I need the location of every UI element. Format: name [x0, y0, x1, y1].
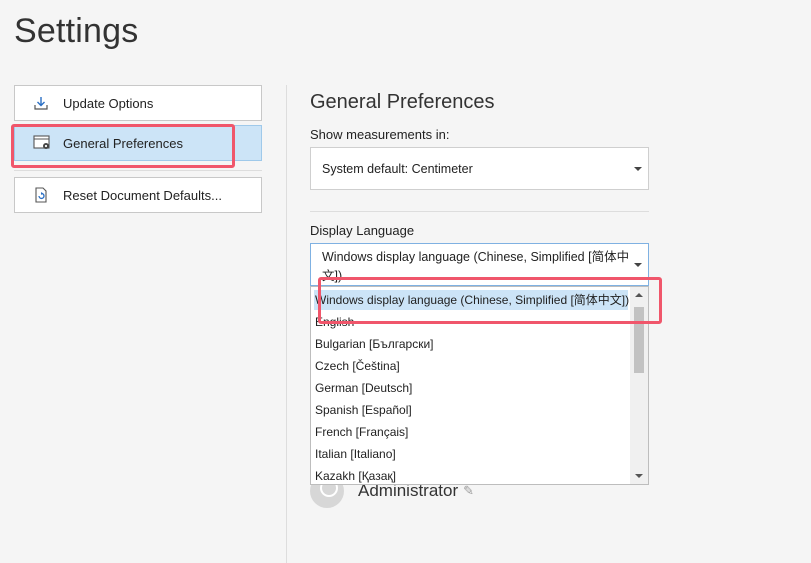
chevron-down-icon: [634, 262, 642, 267]
document-reset-icon: [33, 187, 49, 203]
nav-update-options[interactable]: Update Options: [14, 85, 262, 121]
display-language-value: Windows display language (Chinese, Simpl…: [322, 249, 630, 283]
language-option[interactable]: Bulgarian [Български]: [314, 334, 434, 354]
measurements-select[interactable]: System default: Centimeter: [310, 147, 649, 190]
language-option[interactable]: Spanish [Español]: [314, 400, 412, 420]
window-gear-icon: [33, 135, 50, 151]
nav-item-label: General Preferences: [63, 135, 183, 151]
pencil-icon[interactable]: ✎: [463, 483, 474, 499]
display-language-label: Display Language: [310, 223, 415, 238]
dropdown-scrollbar[interactable]: [630, 287, 648, 484]
vertical-divider: [286, 85, 287, 563]
language-option[interactable]: Kazakh [Қазақ]: [314, 466, 396, 484]
display-language-select[interactable]: Windows display language (Chinese, Simpl…: [310, 243, 649, 286]
measurements-label: Show measurements in:: [310, 127, 450, 142]
language-option[interactable]: Italian [Italiano]: [314, 444, 396, 464]
language-option[interactable]: German [Deutsch]: [314, 378, 412, 398]
chevron-down-icon: [634, 166, 642, 171]
nav-reset-document-defaults[interactable]: Reset Document Defaults...: [14, 177, 262, 213]
scroll-up-arrow-icon[interactable]: [630, 287, 648, 303]
nav-divider: [14, 170, 262, 171]
nav-item-label: Update Options: [63, 95, 154, 111]
nav-general-preferences[interactable]: General Preferences: [14, 125, 262, 161]
page-title: Settings: [14, 12, 139, 50]
download-icon: [33, 95, 49, 111]
measurements-value: System default: Centimeter: [322, 161, 473, 176]
scroll-down-arrow-icon[interactable]: [630, 468, 648, 484]
section-divider: [310, 211, 649, 212]
language-option[interactable]: French [Français]: [314, 422, 408, 442]
nav-item-label: Reset Document Defaults...: [63, 187, 222, 203]
section-title: General Preferences: [310, 91, 495, 113]
language-option[interactable]: Czech [Čeština]: [314, 356, 400, 376]
language-option[interactable]: English: [314, 312, 354, 332]
scroll-thumb[interactable]: [634, 307, 644, 373]
language-dropdown-list[interactable]: Windows display language (Chinese, Simpl…: [310, 286, 649, 485]
language-option[interactable]: Windows display language (Chinese, Simpl…: [314, 290, 629, 310]
